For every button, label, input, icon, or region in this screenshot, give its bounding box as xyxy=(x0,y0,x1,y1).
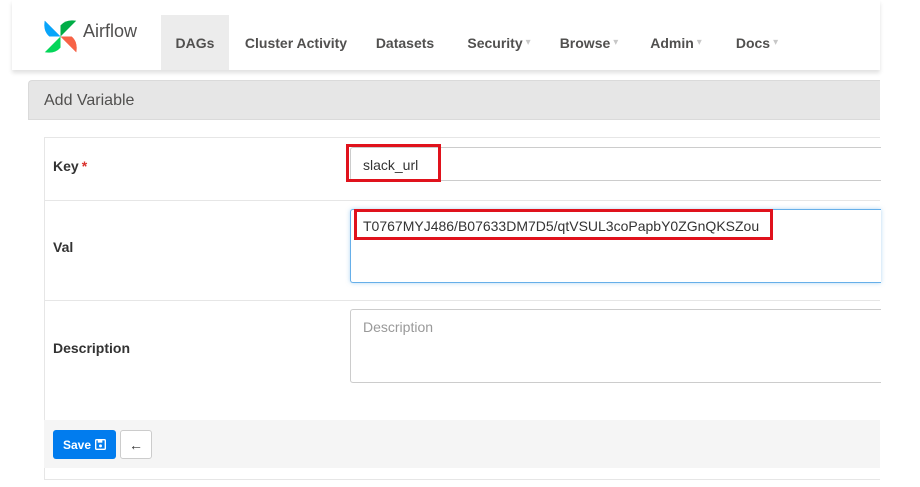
form-row-val: Val T0767MYJ486/B07633DM7D5/qtVSUL3coPap… xyxy=(45,200,881,301)
val-textarea-value: T0767MYJ486/B07633DM7D5/qtVSUL3coPapbY0Z… xyxy=(363,218,760,234)
nav-dags[interactable]: DAGs xyxy=(161,15,229,70)
add-variable-panel: Add Variable Key * slack_url Val T0767MYJ… xyxy=(28,80,881,487)
nav-datasets[interactable]: Datasets xyxy=(365,15,445,70)
form-footer: Save ← xyxy=(44,420,880,468)
page-title: Add Variable xyxy=(44,92,135,109)
save-button[interactable]: Save xyxy=(53,430,116,459)
caret-down-icon: ▾ xyxy=(613,37,619,48)
back-button[interactable]: ← xyxy=(120,430,152,459)
key-input-value: slack_url xyxy=(363,157,419,173)
panel-heading: Add Variable xyxy=(28,80,880,120)
key-input[interactable]: slack_url xyxy=(350,147,881,181)
save-button-label: Save xyxy=(62,437,92,452)
val-label: Val xyxy=(53,239,74,255)
nav-admin-label: Admin xyxy=(650,34,694,51)
nav-docs[interactable]: Docs ▾ xyxy=(725,15,789,70)
key-label-text: Key xyxy=(53,158,79,174)
description-label: Description xyxy=(53,340,131,356)
nav-dags-label: DAGs xyxy=(175,34,215,51)
nav-security-label: Security xyxy=(467,34,523,51)
nav-datasets-label: Datasets xyxy=(375,34,435,51)
nav-cluster-activity-label: Cluster Activity xyxy=(244,34,348,51)
nav-browse[interactable]: Browse ▾ xyxy=(551,15,627,70)
arrow-left-icon: ← xyxy=(129,436,143,453)
brand-name: Airflow xyxy=(83,20,138,41)
nav-docs-label: Docs xyxy=(735,34,771,51)
form-row-description: Description Description xyxy=(45,300,881,400)
top-navbar: Airflow DAGs Cluster Activity Datasets S… xyxy=(12,0,880,70)
nav-admin[interactable]: Admin ▾ xyxy=(641,15,711,70)
airflow-logo-icon xyxy=(44,19,77,53)
caret-down-icon: ▾ xyxy=(773,37,779,48)
caret-down-icon: ▾ xyxy=(525,37,531,48)
val-textarea[interactable]: T0767MYJ486/B07633DM7D5/qtVSUL3coPapbY0Z… xyxy=(350,209,881,283)
key-label: Key * xyxy=(53,158,87,174)
save-icon xyxy=(95,439,107,450)
required-marker: * xyxy=(81,158,88,174)
form-row-key: Key * slack_url xyxy=(45,138,881,201)
caret-down-icon: ▾ xyxy=(696,37,702,48)
nav-cluster-activity[interactable]: Cluster Activity xyxy=(232,15,360,70)
nav-security[interactable]: Security ▾ xyxy=(457,15,541,70)
nav-browse-label: Browse xyxy=(559,34,611,51)
brand[interactable]: Airflow xyxy=(42,18,137,54)
description-placeholder: Description xyxy=(363,319,434,335)
description-textarea[interactable]: Description xyxy=(350,309,881,383)
